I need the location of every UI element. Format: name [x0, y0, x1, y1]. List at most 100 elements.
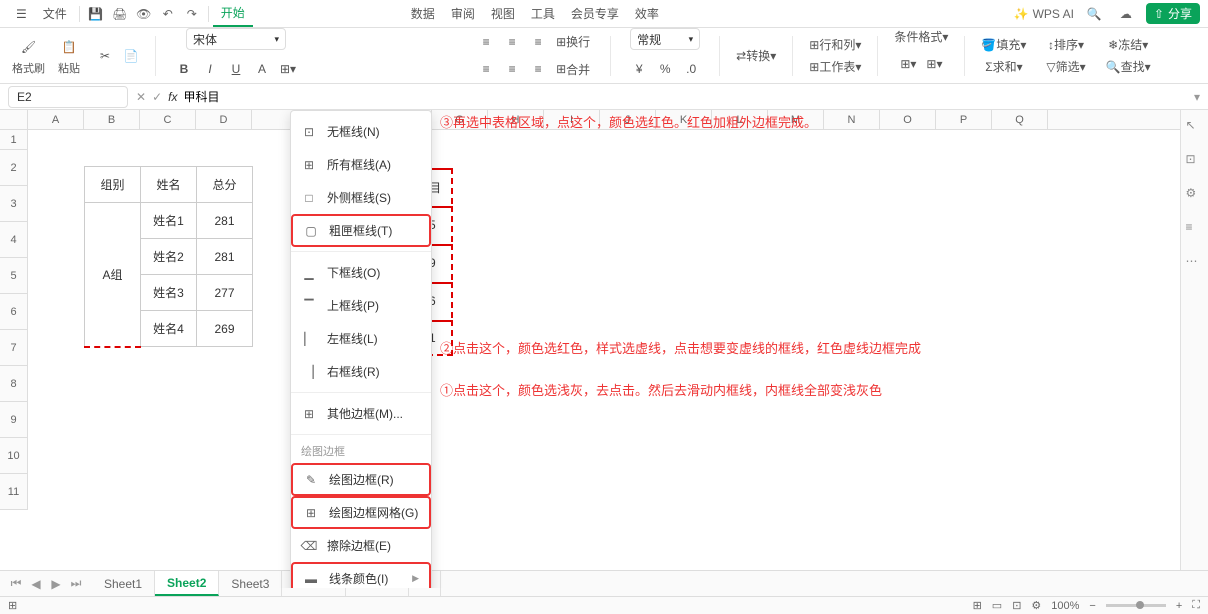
table-cell[interactable]: 姓名3 [141, 275, 197, 311]
table-header-cell[interactable]: 姓名 [141, 167, 197, 203]
row-header[interactable]: 9 [0, 402, 27, 438]
find-button[interactable]: 🔍 查找 ▾ [1102, 56, 1155, 78]
tab-home[interactable]: 开始 [213, 0, 253, 27]
sheet-grid[interactable]: A B C D G H I J K L M N O P Q 1 2 3 4 5 … [0, 110, 1208, 588]
tab-data[interactable]: 数据 [403, 0, 443, 27]
settings-icon[interactable]: ⚙ [1186, 186, 1204, 204]
valign-bot-icon[interactable]: ≡ [526, 58, 550, 80]
menu-other-border[interactable]: ⊞其他边框(M)... [291, 397, 431, 430]
share-button[interactable]: ⇧ 分享 [1146, 3, 1200, 24]
col-header[interactable]: B [84, 110, 140, 129]
col-header[interactable]: C [140, 110, 196, 129]
convert-button[interactable]: ⇄ 转换 ▾ [732, 45, 780, 67]
tab-nav-first[interactable]: ⏮ [8, 576, 24, 592]
zoom-plus[interactable]: + [1176, 600, 1182, 612]
sheet-tab-active[interactable]: Sheet2 [155, 571, 219, 596]
view-break-icon[interactable]: ⊡ [1012, 599, 1021, 612]
table-cell[interactable]: 281 [197, 239, 253, 275]
menu-top-border[interactable]: ▔上框线(P) [291, 289, 431, 322]
table-cell[interactable]: 281 [197, 203, 253, 239]
sort-button[interactable]: ↕ 排序 ▾ [1044, 34, 1088, 56]
menu-bottom-border[interactable]: ▁下框线(O) [291, 256, 431, 289]
row-header[interactable]: 8 [0, 366, 27, 402]
fullscreen-icon[interactable]: ⛶ [1192, 599, 1200, 612]
tab-nav-next[interactable]: ▶ [48, 576, 64, 592]
name-box[interactable]: E2 [8, 86, 128, 108]
tab-nav-prev[interactable]: ◀ [28, 576, 44, 592]
zoom-out-icon[interactable]: ⚙ [1031, 599, 1041, 612]
cancel-fx-icon[interactable]: ✕ [136, 90, 146, 104]
cut-icon[interactable]: ✂ [93, 45, 117, 67]
table-cell[interactable]: 姓名4 [141, 311, 197, 347]
decimal-inc-icon[interactable]: .0 [679, 58, 703, 80]
menu-left-border[interactable]: ▏左框线(L) [291, 322, 431, 355]
valign-mid-icon[interactable]: ≡ [500, 58, 524, 80]
col-header[interactable]: Q [992, 110, 1048, 129]
table-style-icon[interactable]: ⊞▾ [896, 53, 920, 75]
row-header[interactable]: 3 [0, 186, 27, 222]
currency-icon[interactable]: ¥ [627, 58, 651, 80]
formula-input[interactable] [183, 90, 1186, 104]
undo-icon[interactable]: ↶ [156, 2, 180, 26]
border-button[interactable]: ⊞▾ [276, 58, 300, 80]
fx-icon[interactable]: fx [168, 90, 177, 104]
filter-button[interactable]: ▽ 筛选 ▾ [1042, 56, 1089, 78]
freeze-button[interactable]: ❄ 冻结 ▾ [1104, 34, 1152, 56]
underline-button[interactable]: U [224, 58, 248, 80]
table-cell[interactable]: 277 [197, 275, 253, 311]
hamburger-icon[interactable]: ☰ [8, 0, 35, 27]
row-header[interactable]: 6 [0, 294, 27, 330]
search-icon[interactable]: 🔍 [1082, 2, 1106, 26]
percent-icon[interactable]: % [653, 58, 677, 80]
align-right-icon[interactable]: ≡ [526, 31, 550, 53]
wrap-button[interactable]: ⊞ 换行 [552, 31, 594, 53]
more-icon[interactable]: ⋯ [1186, 254, 1204, 272]
confirm-fx-icon[interactable]: ✓ [152, 90, 162, 104]
font-color-button[interactable]: A [250, 58, 274, 80]
condfmt-button[interactable]: 条件格式 ▾ [890, 28, 952, 45]
file-menu[interactable]: 文件 [35, 0, 75, 27]
tab-view[interactable]: 视图 [483, 0, 523, 27]
italic-button[interactable]: I [198, 58, 222, 80]
tab-tools[interactable]: 工具 [523, 0, 563, 27]
merge-button[interactable]: ⊞ 合并 [552, 58, 594, 80]
view-normal-icon[interactable]: ⊞ [973, 599, 982, 612]
menu-outer-border[interactable]: □外侧框线(S) [291, 181, 431, 214]
font-select[interactable]: 宋体▾ [186, 28, 286, 50]
wps-ai-button[interactable]: ✨ WPS AI [1014, 7, 1074, 21]
col-header[interactable]: A [28, 110, 84, 129]
sum-button[interactable]: Σ 求和 ▾ [981, 56, 1026, 78]
number-format-select[interactable]: 常规▾ [630, 28, 700, 50]
sheet-tab[interactable]: Sheet1 [92, 571, 155, 596]
worksheet-button[interactable]: ⊞ 工作表 ▾ [805, 56, 865, 78]
tab-member[interactable]: 会员专享 [563, 0, 627, 27]
rowcol-button[interactable]: ⊞ 行和列 ▾ [805, 34, 865, 56]
table-cell[interactable]: 269 [197, 311, 253, 347]
menu-draw-border[interactable]: ✎绘图边框(R) [291, 463, 431, 496]
fill-button[interactable]: 🪣 填充 ▾ [977, 34, 1030, 56]
select-icon[interactable]: ⊡ [1186, 152, 1204, 170]
row-header[interactable]: 11 [0, 474, 27, 510]
group-cell[interactable]: A组 [85, 203, 141, 347]
cursor-icon[interactable]: ↖ [1186, 118, 1204, 136]
sheet-tab[interactable]: Sheet3 [219, 571, 282, 596]
align-left-icon[interactable]: ≡ [474, 31, 498, 53]
row-header[interactable]: 10 [0, 438, 27, 474]
expand-fx-icon[interactable]: ▾ [1194, 90, 1200, 104]
row-header[interactable]: 2 [0, 150, 27, 186]
status-mode-icon[interactable]: ⊞ [8, 599, 17, 612]
row-header[interactable]: 1 [0, 130, 27, 150]
preview-icon[interactable]: 👁 [132, 2, 156, 26]
paste-icon[interactable]: 📋 [57, 36, 81, 58]
menu-line-color[interactable]: ▬线条颜色(I)▶ [291, 562, 431, 588]
save-icon[interactable]: 💾 [84, 2, 108, 26]
menu-draw-grid[interactable]: ⊞绘图边框网格(G) [291, 496, 431, 529]
menu-all-border[interactable]: ⊞所有框线(A) [291, 148, 431, 181]
tab-efficiency[interactable]: 效率 [627, 0, 667, 27]
table-header-cell[interactable]: 总分 [197, 167, 253, 203]
copy-icon[interactable]: 📄 [119, 45, 143, 67]
col-header[interactable]: N [824, 110, 880, 129]
menu-thick-box[interactable]: ▢粗匣框线(T) [291, 214, 431, 247]
tab-nav-last[interactable]: ⏭ [68, 576, 84, 592]
zoom-label[interactable]: 100% [1051, 600, 1079, 612]
